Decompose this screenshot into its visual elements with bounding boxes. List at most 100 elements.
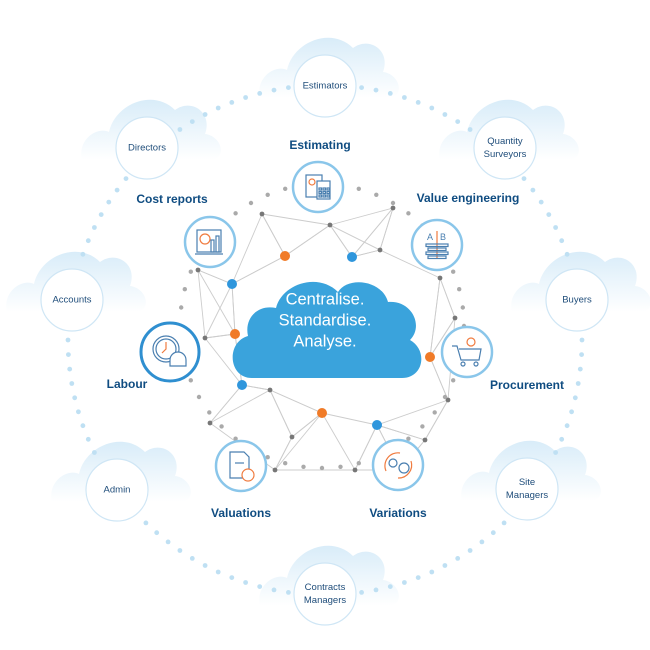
icon-ring — [214, 439, 268, 493]
mesh-edge — [291, 412, 323, 438]
function-icon-estimating[interactable] — [291, 160, 345, 214]
role-admin[interactable]: Admin — [77, 484, 157, 497]
orbit-dot — [85, 436, 91, 442]
orbit-dot — [80, 251, 86, 257]
role-accounts[interactable]: Accounts — [32, 294, 112, 307]
node-grey — [289, 434, 295, 440]
node-grey — [207, 420, 213, 426]
mesh-edge — [429, 277, 441, 358]
function-icon-cost-reports[interactable] — [183, 215, 237, 269]
ring-dot — [442, 394, 448, 400]
orbit-dot — [572, 395, 578, 401]
function-label-procurement[interactable]: Procurement — [490, 378, 564, 392]
orbit-dot — [467, 127, 473, 132]
ring-dot — [406, 211, 411, 216]
mesh-edge — [329, 207, 394, 226]
node-blue — [347, 252, 357, 262]
orbit-dot — [98, 212, 104, 218]
mesh-edge — [231, 213, 263, 285]
function-label-cost-reports[interactable]: Cost reports — [136, 192, 207, 206]
mesh-edge — [351, 207, 394, 258]
role-estimators[interactable]: Estimators — [285, 80, 365, 93]
function-icon-value-engineering[interactable]: AB — [410, 218, 464, 272]
orbit-dot — [569, 409, 574, 415]
icon-ring — [440, 325, 494, 379]
orbit-dot — [387, 91, 393, 96]
mesh-edge — [329, 224, 353, 258]
node-grey — [272, 467, 278, 473]
ring-dot — [319, 465, 325, 471]
node-grey — [352, 467, 358, 473]
svg-text:A: A — [427, 232, 433, 242]
orbit-dot — [229, 575, 235, 580]
function-label-variations[interactable]: Variations — [369, 506, 426, 520]
mesh-edge — [321, 412, 356, 471]
mesh-edge — [261, 213, 331, 226]
role-contracts-managers[interactable]: Contracts Managers — [295, 581, 355, 607]
function-icon-procurement[interactable] — [440, 325, 494, 379]
ring-dot — [432, 410, 437, 415]
orbit-dot — [538, 199, 544, 205]
mesh-edge — [231, 255, 286, 285]
node-grey — [390, 205, 396, 211]
orbit-dot — [521, 176, 527, 182]
orbit-dot — [286, 590, 291, 595]
role-buyers[interactable]: Buyers — [537, 294, 617, 307]
orbit-dot — [415, 575, 421, 580]
orbit-dot — [579, 352, 584, 357]
orbit-dot — [559, 436, 565, 442]
mesh-edge — [439, 277, 456, 319]
orbit-dot — [373, 587, 379, 593]
orbit-dot — [257, 584, 263, 589]
orbit-dot — [189, 119, 195, 124]
ring-dot — [283, 461, 288, 466]
orbit-dot — [66, 352, 71, 357]
orbit-dot — [575, 381, 581, 386]
ring-dot — [196, 394, 202, 400]
orbit-dot — [442, 112, 448, 117]
ring-dot — [356, 186, 361, 191]
orbit-dot — [490, 530, 496, 536]
mesh-edge — [321, 412, 378, 426]
node-orange — [230, 329, 240, 339]
node-grey — [437, 275, 443, 281]
orbit-dot — [72, 395, 78, 401]
mesh-edge — [284, 224, 331, 257]
orbit-dot — [114, 187, 120, 193]
orbit-dot — [271, 87, 277, 93]
function-icon-valuations[interactable] — [214, 439, 268, 493]
orbit-dot — [257, 91, 263, 96]
function-label-labour[interactable]: Labour — [107, 377, 148, 391]
orbit-dot — [215, 569, 221, 575]
role-site-managers[interactable]: Site Managers — [497, 476, 557, 502]
node-grey — [452, 315, 458, 321]
orbit-dot — [165, 539, 171, 545]
mesh-edge — [379, 207, 394, 251]
orbit-dot — [387, 584, 393, 589]
mesh-edge — [424, 399, 449, 441]
role-quantity-surveyors[interactable]: Quantity Surveyors — [475, 135, 535, 161]
orbit-dot — [76, 409, 81, 415]
orbit-dot — [243, 95, 249, 100]
orbit-dot — [402, 95, 407, 100]
orbit-dot — [123, 176, 129, 182]
mesh-edge — [376, 399, 449, 426]
ring-dot — [219, 424, 224, 429]
mesh-edge — [274, 436, 293, 471]
role-directors[interactable]: Directors — [107, 142, 187, 155]
node-orange — [280, 251, 290, 261]
ring-dot — [182, 287, 187, 292]
orbit-dot — [189, 556, 195, 561]
orbit-dot — [271, 587, 277, 593]
ring-dot — [374, 192, 379, 197]
ring-dot — [265, 192, 270, 197]
function-icon-variations[interactable] — [371, 438, 425, 492]
orbit-dot — [564, 423, 570, 429]
function-label-valuations[interactable]: Valuations — [211, 506, 271, 520]
function-icon-labour[interactable] — [139, 321, 201, 383]
ring-dot — [248, 200, 254, 206]
function-label-value-engineering[interactable]: Value engineering — [417, 191, 520, 205]
ring-dot — [179, 305, 184, 310]
function-label-estimating[interactable]: Estimating — [289, 138, 350, 152]
orbit-dot — [92, 225, 97, 230]
